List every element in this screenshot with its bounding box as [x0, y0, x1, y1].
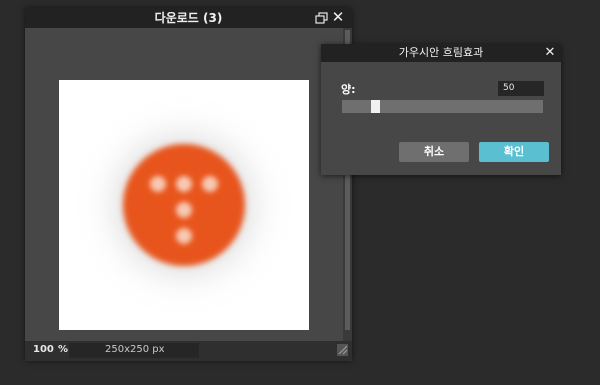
image-size: 250x250 px: [105, 344, 165, 355]
dialog-titlebar[interactable]: 가우시안 흐림효과 ✕: [321, 44, 561, 62]
close-icon[interactable]: ✕: [331, 9, 345, 26]
logo-dot: [176, 228, 192, 244]
logo-dot: [176, 176, 192, 192]
cancel-button[interactable]: 취소: [399, 142, 469, 162]
zoom-unit: %: [58, 344, 69, 355]
document-title: 다운로드 (3): [154, 11, 223, 25]
restore-window-icon[interactable]: [315, 12, 328, 24]
canvas-area[interactable]: [28, 28, 332, 341]
logo-dot: [202, 176, 218, 192]
status-bar: 100 % 250x250 px: [25, 341, 352, 361]
canvas-image[interactable]: [59, 80, 309, 330]
document-titlebar[interactable]: 다운로드 (3) ✕: [25, 8, 352, 28]
amount-label: 양:: [341, 83, 356, 96]
logo-dot: [176, 202, 192, 218]
t-logo-image: [116, 137, 252, 273]
close-icon[interactable]: ✕: [543, 45, 557, 61]
ok-button[interactable]: 확인: [479, 142, 549, 162]
amount-slider[interactable]: [342, 100, 543, 113]
logo-dot: [150, 176, 166, 192]
zoom-value[interactable]: 100: [33, 344, 54, 355]
document-window: 다운로드 (3) ✕ 100 % 250x250 px: [25, 8, 352, 361]
gaussian-blur-dialog: 가우시안 흐림효과 ✕ 양: 취소 확인: [321, 44, 561, 175]
slider-thumb[interactable]: [371, 100, 380, 113]
image-size-box: 250x250 px: [69, 343, 199, 358]
amount-input[interactable]: [498, 81, 544, 96]
dialog-title: 가우시안 흐림효과: [398, 46, 484, 59]
resize-grip-icon[interactable]: [337, 344, 348, 356]
